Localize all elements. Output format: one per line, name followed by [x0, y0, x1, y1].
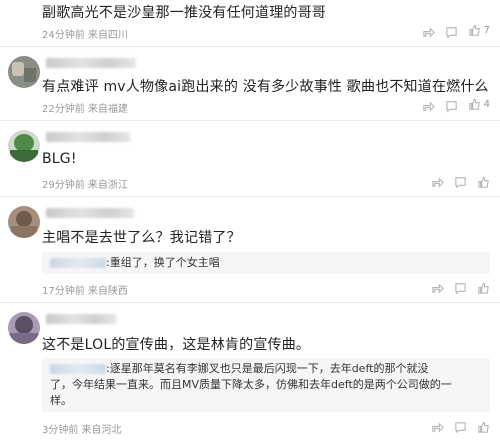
like-button[interactable]: 7	[468, 24, 490, 37]
username-blurred[interactable]	[46, 208, 134, 218]
avatar[interactable]	[8, 312, 40, 344]
like-count: 7	[483, 25, 490, 36]
thumbs-up-icon[interactable]	[477, 174, 490, 188]
comment-icon[interactable]	[445, 24, 458, 39]
comment-text: 这不是LOL的宣传曲，这是林肯的宣传曲。	[42, 337, 311, 353]
comment-meta: 29分钟前 来自浙江	[42, 180, 128, 191]
comment-text: BLG!	[42, 151, 77, 167]
comment-meta: 3分钟前 来自河北	[42, 425, 122, 436]
share-icon[interactable]	[422, 98, 435, 112]
share-icon[interactable]	[431, 419, 444, 433]
reply-username-blurred[interactable]	[50, 364, 106, 374]
comment-meta: 17分钟前 来自陕西	[42, 286, 128, 297]
thumbs-up-icon[interactable]	[477, 280, 490, 294]
comment-text: 有点难评 mv人物像ai跑出来的 没有多少故事性 歌曲也不知道在燃什么	[42, 79, 489, 95]
thumbs-up-icon	[468, 98, 481, 111]
avatar[interactable]	[8, 206, 40, 238]
thumbs-up-icon	[468, 24, 481, 37]
reply-text: :重组了，换了个女主唱	[106, 256, 220, 269]
username-blurred[interactable]	[46, 314, 116, 324]
comment-meta: 22分钟前 来自福建	[42, 104, 128, 115]
divider	[0, 196, 500, 197]
share-icon[interactable]	[422, 24, 435, 38]
reply-text-line-2: 了，今年结果一直来。而且MV质量下降太多，仿佛和去年deft的是两个公司做的一	[50, 378, 452, 391]
reply-text-line-3: 样。	[50, 394, 72, 407]
comment-text: 副歌高光不是沙皇那一推没有任何道理的哥哥	[42, 5, 326, 21]
divider	[0, 120, 500, 121]
reply-box[interactable]: :逐星那年莫名有李娜叉也只是最后闪现一下，去年deft的那个就没 了，今年结果一…	[42, 358, 490, 412]
comment-text: 主唱不是去世了么？我记错了？	[42, 230, 241, 246]
thumbs-up-icon[interactable]	[477, 419, 490, 433]
like-count: 4	[483, 99, 490, 110]
reply-username-blurred[interactable]	[50, 258, 106, 268]
divider	[0, 46, 500, 47]
comment-meta: 24分钟前 来自四川	[42, 30, 128, 41]
avatar[interactable]	[8, 130, 40, 162]
username-blurred[interactable]	[46, 58, 136, 68]
avatar[interactable]	[8, 56, 40, 88]
like-button[interactable]: 4	[468, 98, 490, 111]
comment-icon[interactable]	[454, 174, 467, 189]
comment-icon[interactable]	[454, 419, 467, 434]
share-icon[interactable]	[431, 280, 444, 294]
reply-box[interactable]: :重组了，换了个女主唱	[42, 252, 490, 274]
divider	[0, 302, 500, 303]
comment-icon[interactable]	[445, 98, 458, 113]
reply-text-line-1: :逐星那年莫名有李娜叉也只是最后闪现一下，去年deft的那个就没	[106, 362, 429, 375]
comment-icon[interactable]	[454, 280, 467, 295]
username-blurred[interactable]	[46, 132, 130, 142]
share-icon[interactable]	[431, 174, 444, 188]
